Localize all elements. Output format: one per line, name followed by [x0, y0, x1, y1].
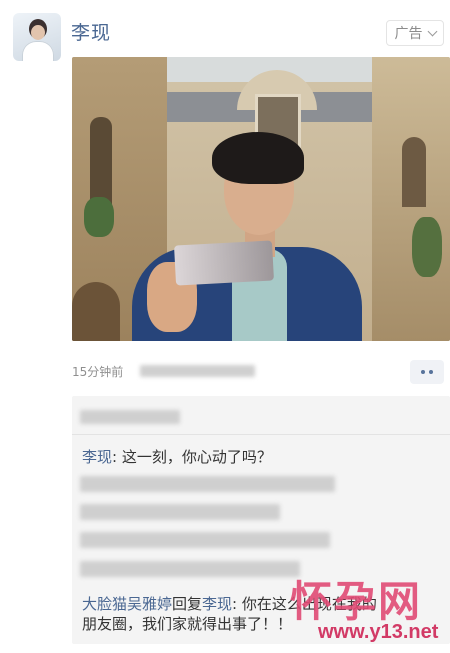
reply-username[interactable]: 大脸猫吴雅婷 — [82, 595, 172, 613]
author-avatar[interactable] — [13, 13, 61, 61]
post-photo[interactable] — [72, 57, 450, 341]
photo-plant-left — [84, 197, 114, 237]
author-name[interactable]: 李现 — [71, 18, 111, 45]
more-dot-icon — [429, 370, 433, 374]
avatar-face-shape — [31, 25, 45, 40]
more-options-button[interactable] — [410, 360, 444, 384]
photo-plant-right — [412, 217, 442, 277]
avatar-body-shape — [22, 41, 54, 61]
photo-man-hair — [212, 132, 304, 184]
watermark-url: www.y13.net — [318, 621, 439, 643]
post-time: 15分钟前 — [72, 365, 124, 379]
blurred-likes — [80, 410, 180, 424]
blurred-comment — [80, 532, 330, 548]
blurred-source — [140, 365, 255, 377]
reply-verb: 回复 — [172, 595, 203, 613]
chevron-down-icon — [427, 26, 437, 36]
reply-text-line2: 朋友圈，我们家就得出事了！！ — [82, 615, 293, 633]
ad-badge-button[interactable]: 广告 — [386, 20, 444, 46]
comment-username[interactable]: 李现 — [82, 448, 112, 466]
photo-building-right — [372, 57, 450, 341]
comment-item[interactable]: 李现: 这一刻，你心动了吗？ — [82, 446, 272, 467]
ad-badge-label: 广告 — [394, 26, 423, 42]
photo-arch — [72, 282, 120, 341]
comment-divider — [72, 434, 450, 435]
watermark-logo: 怀孕网 — [290, 577, 423, 626]
more-dot-icon — [421, 370, 425, 374]
photo-window-left — [90, 117, 112, 207]
comment-text: : 这一刻，你心动了吗？ — [112, 448, 272, 466]
reply-target-username[interactable]: 李现 — [202, 595, 232, 613]
blurred-comment — [80, 476, 335, 492]
photo-phone — [174, 240, 274, 286]
photo-window-right — [402, 137, 426, 207]
blurred-comment — [80, 504, 280, 520]
blurred-comment — [80, 561, 300, 577]
